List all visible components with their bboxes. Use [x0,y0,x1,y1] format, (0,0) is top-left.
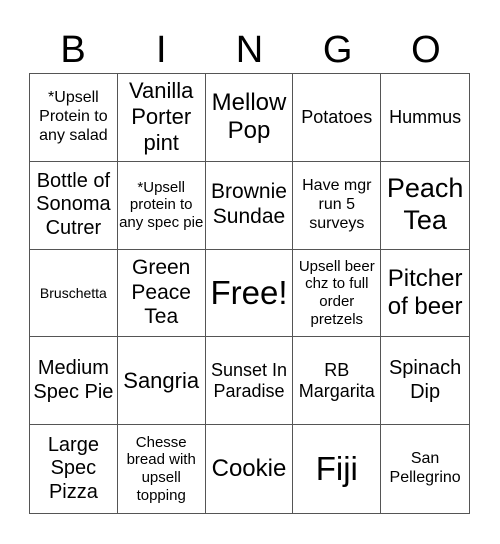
bingo-cell[interactable]: Have mgr run 5 surveys [293,161,382,250]
bingo-cell[interactable]: Pitcher of beer [381,250,469,338]
bingo-card-grid: *Upsell Protein to any salad Vanilla Por… [29,73,470,514]
header-letter-g: G [322,29,353,71]
header-letter-b: B [60,29,86,71]
bingo-cell[interactable]: Fiji [293,425,382,513]
bingo-cell[interactable]: Upsell beer chz to full order pretzels [293,249,382,338]
bingo-cell[interactable]: Spinach Dip [381,337,469,426]
bingo-cell[interactable]: *Upsell Protein to any salad [30,74,118,162]
bingo-cell[interactable]: Bruschetta [30,249,118,338]
free-space-cell[interactable]: Free! [205,249,294,338]
bingo-header: B I N G O [29,28,470,72]
bingo-cell[interactable]: Sangria [117,337,206,426]
bingo-cell[interactable]: RB Margarita [293,337,382,426]
header-letter-o: O [411,29,441,71]
header-letter-i: I [156,29,167,71]
bingo-cell[interactable]: San Pellegrino [381,425,469,513]
bingo-cell[interactable]: Peach Tea [381,162,469,250]
bingo-cell[interactable]: Mellow Pop [205,74,294,162]
bingo-cell[interactable]: Cookie [206,425,294,513]
bingo-cell[interactable]: Large Spec Pizza [30,425,118,513]
bingo-cell[interactable]: Green Peace Tea [117,249,206,338]
bingo-cell[interactable]: Chesse bread with upsell topping [118,425,206,513]
bingo-cell[interactable]: Bottle of Sonoma Cutrer [30,161,118,250]
header-letter-n: N [235,29,264,71]
bingo-cell[interactable]: Vanilla Porter pint [117,74,206,162]
bingo-cell[interactable]: Potatoes [293,74,382,162]
bingo-cell[interactable]: Medium Spec Pie [30,337,118,426]
bingo-cell[interactable]: Hummus [381,74,469,162]
bingo-cell[interactable]: Sunset In Paradise [205,337,294,426]
bingo-cell[interactable]: *Upsell protein to any spec pie [117,161,206,250]
bingo-cell[interactable]: Brownie Sundae [205,161,294,250]
